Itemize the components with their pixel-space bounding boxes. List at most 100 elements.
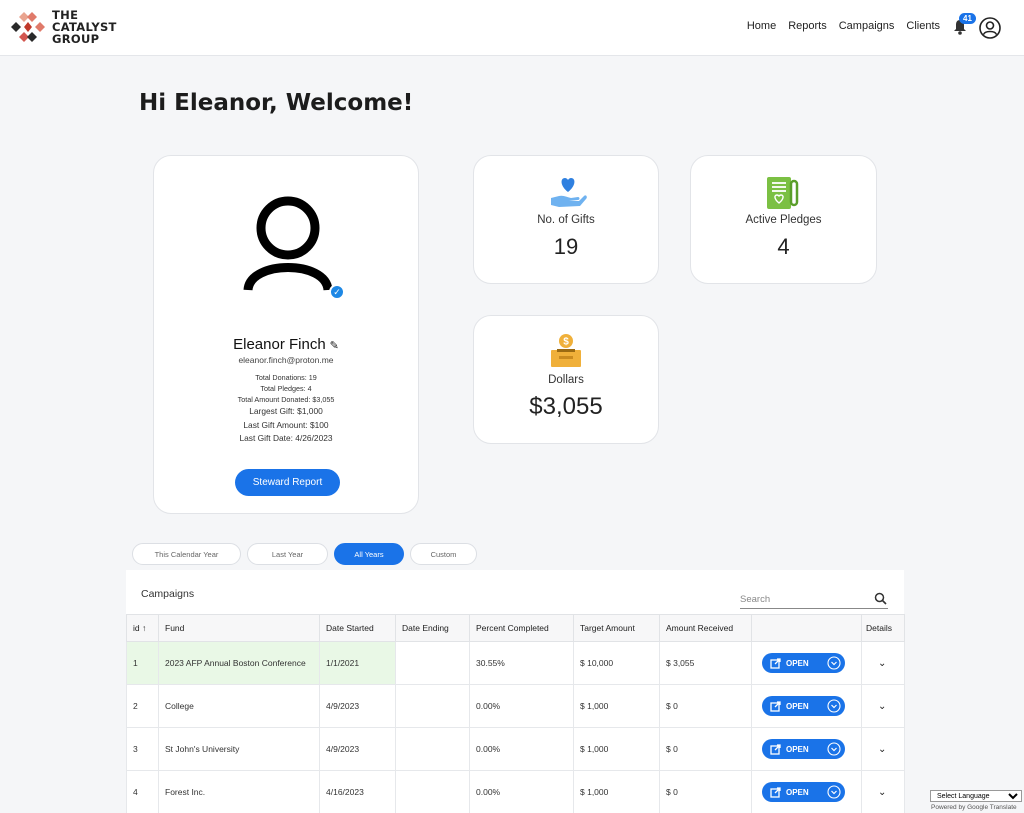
pledges-value: 4 — [777, 234, 790, 259]
pledge-document-icon — [767, 177, 799, 209]
chevron-circle-down-icon — [827, 656, 841, 670]
search-icon[interactable] — [874, 592, 887, 605]
profile-name: Eleanor Finch ✎ — [154, 336, 418, 353]
cell-open: OPEN — [751, 727, 862, 771]
dollars-label: Dollars — [548, 374, 584, 386]
col-fund[interactable]: Fund — [158, 614, 320, 642]
col-id-label: id — [133, 623, 140, 633]
table-row[interactable]: 4 Forest Inc. 4/16/2023 0.00% $ 1,000 $ … — [126, 770, 905, 813]
cell-received: $ 0 — [659, 684, 752, 728]
cell-date-ending — [395, 727, 470, 771]
open-button[interactable]: OPEN — [762, 653, 845, 673]
col-amount-received[interactable]: Amount Received — [659, 614, 752, 642]
dollars-value: $3,055 — [529, 393, 603, 420]
total-amount-donated: Total Amount Donated: $3,055 — [237, 395, 335, 404]
external-link-icon — [770, 743, 781, 755]
total-pledges: Total Pledges: 4 — [260, 384, 312, 393]
verified-check-icon: ✓ — [329, 284, 345, 300]
cell-received: $ 3,055 — [659, 641, 752, 685]
cell-percent: 30.55% — [469, 641, 574, 685]
cell-fund: Forest Inc. — [158, 770, 320, 813]
steward-report-button[interactable]: Steward Report — [235, 469, 340, 496]
cell-date-started: 1/1/2021 — [319, 641, 396, 685]
pledges-label: Active Pledges — [745, 214, 822, 226]
notification-badge: 41 — [959, 13, 976, 24]
external-link-icon — [770, 657, 781, 669]
cell-id: 2 — [126, 684, 159, 728]
col-date-started[interactable]: Date Started — [319, 614, 396, 642]
dollars-card: $ Dollars $3,055 — [473, 315, 659, 444]
cell-date-ending — [395, 684, 470, 728]
search-input[interactable] — [740, 591, 888, 609]
chevron-down-icon[interactable]: ⌄ — [878, 701, 886, 712]
largest-gift: Largest Gift: $1,000 — [249, 406, 323, 416]
cell-id: 3 — [126, 727, 159, 771]
open-button[interactable]: OPEN — [762, 782, 845, 802]
chevron-circle-down-icon — [827, 785, 841, 799]
col-actions — [751, 614, 862, 642]
open-button[interactable]: OPEN — [762, 739, 845, 759]
avatar-icon — [243, 196, 333, 292]
cell-details: ⌄ — [861, 641, 905, 685]
profile-email: eleanor.finch@proton.me — [238, 355, 334, 365]
cell-fund: 2023 AFP Annual Boston Conference — [158, 641, 320, 685]
external-link-icon — [770, 786, 781, 798]
sort-arrow-up-icon[interactable]: ↑ — [142, 623, 146, 633]
cell-target: $ 1,000 — [573, 770, 660, 813]
total-donations: Total Donations: 19 — [255, 373, 317, 382]
col-percent-completed[interactable]: Percent Completed — [469, 614, 574, 642]
nav-campaigns[interactable]: Campaigns — [839, 20, 895, 32]
col-id[interactable]: id ↑ — [126, 614, 159, 642]
cell-open: OPEN — [751, 684, 862, 728]
chevron-circle-down-icon — [827, 742, 841, 756]
open-button[interactable]: OPEN — [762, 696, 845, 716]
cell-target: $ 1,000 — [573, 684, 660, 728]
hand-heart-icon — [551, 178, 587, 207]
table-header-row: id ↑ Fund Date Started Date Ending Perce… — [126, 614, 905, 642]
open-label: OPEN — [786, 744, 809, 754]
last-gift-date: Last Gift Date: 4/26/2023 — [239, 433, 333, 443]
main-nav: Home Reports Campaigns Clients — [747, 20, 940, 32]
cell-received: $ 0 — [659, 770, 752, 813]
cell-date-started: 4/9/2023 — [319, 727, 396, 771]
filter-this-calendar-year[interactable]: This Calendar Year — [132, 543, 241, 565]
gifts-value: 19 — [553, 234, 579, 259]
filter-last-year[interactable]: Last Year — [247, 543, 328, 565]
cell-details: ⌄ — [861, 684, 905, 728]
profile-stats: Total Donations: 19 Total Pledges: 4 Tot… — [154, 372, 418, 446]
table-row[interactable]: 1 2023 AFP Annual Boston Conference 1/1/… — [126, 641, 905, 685]
cell-id: 1 — [126, 641, 159, 685]
col-date-ending[interactable]: Date Ending — [395, 614, 470, 642]
chevron-circle-down-icon — [827, 699, 841, 713]
cell-details: ⌄ — [861, 727, 905, 771]
catalyst-logo-icon — [11, 12, 45, 42]
table-row[interactable]: 2 College 4/9/2023 0.00% $ 1,000 $ 0 OPE… — [126, 684, 905, 728]
cell-fund: College — [158, 684, 320, 728]
profile-card: ✓ Eleanor Finch ✎ eleanor.finch@proton.me… — [153, 155, 419, 514]
cell-date-ending — [395, 641, 470, 685]
user-account-icon[interactable] — [979, 17, 1001, 39]
campaigns-panel: Campaigns id ↑ Fund Date Started Date En… — [126, 570, 905, 813]
language-select[interactable]: Select Language — [930, 790, 1022, 802]
nav-home[interactable]: Home — [747, 20, 776, 32]
col-target-amount[interactable]: Target Amount — [573, 614, 660, 642]
edit-pencil-icon[interactable]: ✎ — [330, 340, 339, 352]
table-row[interactable]: 3 St John's University 4/9/2023 0.00% $ … — [126, 727, 905, 771]
chevron-down-icon[interactable]: ⌄ — [878, 787, 886, 798]
welcome-heading: Hi Eleanor, Welcome! — [139, 90, 414, 116]
svg-text:$: $ — [563, 337, 569, 348]
brand-logo[interactable]: THE CATALYST GROUP — [10, 8, 117, 46]
gifts-card: No. of Gifts 19 — [473, 155, 659, 284]
nav-clients[interactable]: Clients — [906, 20, 940, 32]
filter-custom[interactable]: Custom — [410, 543, 477, 565]
col-details: Details — [861, 614, 905, 642]
cell-id: 4 — [126, 770, 159, 813]
donation-box-icon: $ — [551, 334, 581, 367]
chevron-down-icon[interactable]: ⌄ — [878, 658, 886, 669]
chevron-down-icon[interactable]: ⌄ — [878, 744, 886, 755]
nav-reports[interactable]: Reports — [788, 20, 827, 32]
cell-percent: 0.00% — [469, 684, 574, 728]
cell-target: $ 1,000 — [573, 727, 660, 771]
filter-all-years[interactable]: All Years — [334, 543, 404, 565]
cell-percent: 0.00% — [469, 770, 574, 813]
